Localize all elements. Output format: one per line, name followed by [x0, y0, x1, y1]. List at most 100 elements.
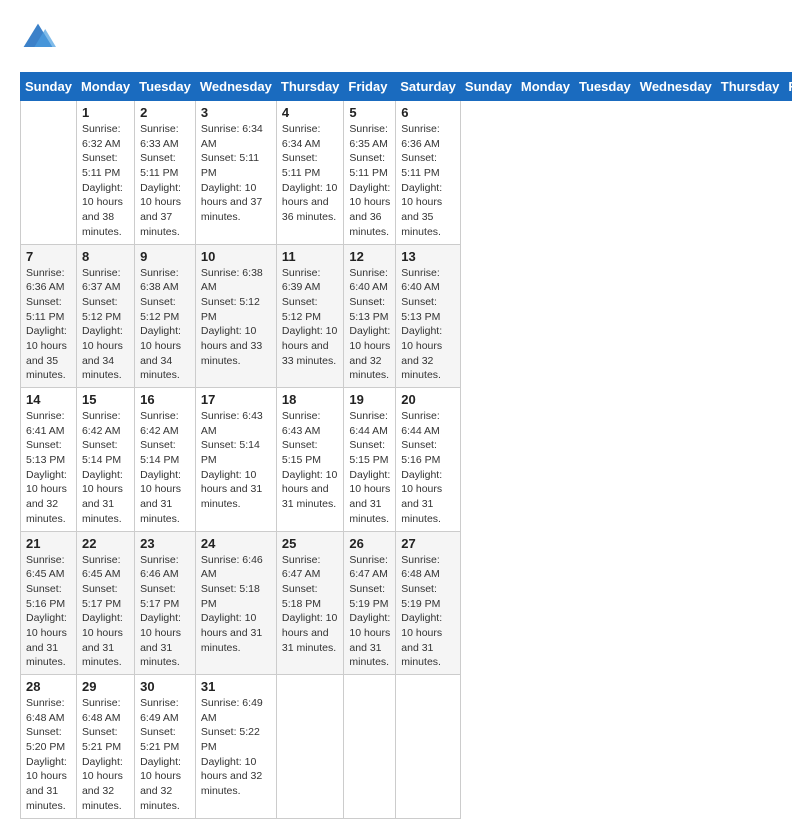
calendar-cell [396, 675, 461, 819]
day-number: 2 [140, 105, 190, 120]
day-number: 24 [201, 536, 271, 551]
calendar-cell: 29Sunrise: 6:48 AMSunset: 5:21 PMDayligh… [76, 675, 134, 819]
day-info: Sunrise: 6:33 AMSunset: 5:11 PMDaylight:… [140, 122, 190, 240]
calendar-cell: 31 Sunrise: 6:49 AMSunset: 5:22 PMDayligh… [195, 675, 276, 819]
day-number: 27 [401, 536, 455, 551]
day-header-monday: Monday [76, 73, 134, 101]
day-info: Sunrise: 6:45 AMSunset: 5:16 PMDaylight:… [26, 553, 71, 671]
day-info: Sunrise: 6:38 AMSunset: 5:12 PMDaylight:… [201, 266, 271, 369]
day-number: 20 [401, 392, 455, 407]
calendar-cell: 8 Sunrise: 6:37 AMSunset: 5:12 PMDaylight… [76, 244, 134, 388]
day-info: Sunrise: 6:32 AMSunset: 5:11 PMDaylight:… [82, 122, 129, 240]
day-info: Sunrise: 6:47 AMSunset: 5:19 PMDaylight:… [349, 553, 390, 671]
day-number: 22 [82, 536, 129, 551]
calendar-cell: 13 Sunrise: 6:40 AMSunset: 5:13 PMDayligh… [396, 244, 461, 388]
day-number: 15 [82, 392, 129, 407]
day-header-wednesday: Wednesday [195, 73, 276, 101]
calendar-week-row: 21 Sunrise: 6:45 AMSunset: 5:16 PMDayligh… [21, 531, 792, 675]
day-info: Sunrise: 6:46 AMSunset: 5:17 PMDaylight:… [140, 553, 190, 671]
day-header-friday: Friday [344, 73, 396, 101]
calendar-cell: 6Sunrise: 6:36 AMSunset: 5:11 PMDaylight… [396, 101, 461, 245]
day-number: 21 [26, 536, 71, 551]
calendar-cell: 3Sunrise: 6:34 AMSunset: 5:11 PMDaylight… [195, 101, 276, 245]
day-number: 13 [401, 249, 455, 264]
calendar-cell: 19Sunrise: 6:44 AMSunset: 5:15 PMDayligh… [344, 388, 396, 532]
day-info: Sunrise: 6:47 AMSunset: 5:18 PMDaylight:… [282, 553, 339, 656]
day-header-sunday: Sunday [21, 73, 77, 101]
calendar-cell: 26 Sunrise: 6:47 AMSunset: 5:19 PMDayligh… [344, 531, 396, 675]
calendar-cell [21, 101, 77, 245]
day-info: Sunrise: 6:36 AMSunset: 5:11 PMDaylight:… [401, 122, 455, 240]
day-header-tuesday: Tuesday [575, 73, 636, 101]
day-header-monday: Monday [516, 73, 574, 101]
calendar-cell: 30 Sunrise: 6:49 AMSunset: 5:21 PMDayligh… [135, 675, 196, 819]
calendar-cell: 21 Sunrise: 6:45 AMSunset: 5:16 PMDayligh… [21, 531, 77, 675]
calendar-cell: 11 Sunrise: 6:39 AMSunset: 5:12 PMDayligh… [276, 244, 344, 388]
day-info: Sunrise: 6:40 AMSunset: 5:13 PMDaylight:… [349, 266, 390, 384]
day-number: 10 [201, 249, 271, 264]
calendar-cell: 12 Sunrise: 6:40 AMSunset: 5:13 PMDayligh… [344, 244, 396, 388]
day-number: 1 [82, 105, 129, 120]
day-info: Sunrise: 6:38 AMSunset: 5:12 PMDaylight:… [140, 266, 190, 384]
calendar-cell [344, 675, 396, 819]
calendar-cell: 14 Sunrise: 6:41 AMSunset: 5:13 PMDayligh… [21, 388, 77, 532]
day-number: 18 [282, 392, 339, 407]
day-header-sunday: Sunday [460, 73, 516, 101]
day-number: 31 [201, 679, 271, 694]
calendar-cell: 4Sunrise: 6:34 AMSunset: 5:11 PMDaylight… [276, 101, 344, 245]
calendar-cell: 23 Sunrise: 6:46 AMSunset: 5:17 PMDayligh… [135, 531, 196, 675]
day-info: Sunrise: 6:42 AMSunset: 5:14 PMDaylight:… [140, 409, 190, 527]
day-number: 28 [26, 679, 71, 694]
day-number: 26 [349, 536, 390, 551]
calendar-cell: 22 Sunrise: 6:45 AMSunset: 5:17 PMDayligh… [76, 531, 134, 675]
header [20, 20, 772, 56]
day-number: 11 [282, 249, 339, 264]
day-header-saturday: Saturday [396, 73, 461, 101]
day-number: 7 [26, 249, 71, 264]
day-number: 25 [282, 536, 339, 551]
day-info: Sunrise: 6:49 AMSunset: 5:21 PMDaylight:… [140, 696, 190, 814]
day-number: 17 [201, 392, 271, 407]
day-number: 4 [282, 105, 339, 120]
day-number: 12 [349, 249, 390, 264]
day-info: Sunrise: 6:35 AMSunset: 5:11 PMDaylight:… [349, 122, 390, 240]
calendar-cell: 28Sunrise: 6:48 AMSunset: 5:20 PMDayligh… [21, 675, 77, 819]
day-number: 16 [140, 392, 190, 407]
logo-icon [20, 20, 56, 56]
day-number: 8 [82, 249, 129, 264]
calendar-week-row: 1 Sunrise: 6:32 AMSunset: 5:11 PMDaylight… [21, 101, 792, 245]
calendar-cell: 17Sunrise: 6:43 AMSunset: 5:14 PMDayligh… [195, 388, 276, 532]
day-info: Sunrise: 6:48 AMSunset: 5:19 PMDaylight:… [401, 553, 455, 671]
day-info: Sunrise: 6:40 AMSunset: 5:13 PMDaylight:… [401, 266, 455, 384]
day-header-wednesday: Wednesday [635, 73, 716, 101]
calendar-cell: 25 Sunrise: 6:47 AMSunset: 5:18 PMDayligh… [276, 531, 344, 675]
day-header-tuesday: Tuesday [135, 73, 196, 101]
calendar-cell: 9Sunrise: 6:38 AMSunset: 5:12 PMDaylight… [135, 244, 196, 388]
day-header-friday: Friday [784, 73, 792, 101]
calendar-cell: 5Sunrise: 6:35 AMSunset: 5:11 PMDaylight… [344, 101, 396, 245]
day-number: 29 [82, 679, 129, 694]
day-info: Sunrise: 6:36 AMSunset: 5:11 PMDaylight:… [26, 266, 71, 384]
day-number: 19 [349, 392, 390, 407]
calendar-cell: 16 Sunrise: 6:42 AMSunset: 5:14 PMDayligh… [135, 388, 196, 532]
calendar-cell: 24Sunrise: 6:46 AMSunset: 5:18 PMDayligh… [195, 531, 276, 675]
calendar-cell: 20Sunrise: 6:44 AMSunset: 5:16 PMDayligh… [396, 388, 461, 532]
day-info: Sunrise: 6:34 AMSunset: 5:11 PMDaylight:… [201, 122, 271, 225]
day-number: 30 [140, 679, 190, 694]
day-info: Sunrise: 6:41 AMSunset: 5:13 PMDaylight:… [26, 409, 71, 527]
calendar-cell: 7 Sunrise: 6:36 AMSunset: 5:11 PMDaylight… [21, 244, 77, 388]
day-info: Sunrise: 6:45 AMSunset: 5:17 PMDaylight:… [82, 553, 129, 671]
logo [20, 20, 62, 56]
day-info: Sunrise: 6:39 AMSunset: 5:12 PMDaylight:… [282, 266, 339, 369]
day-header-thursday: Thursday [276, 73, 344, 101]
calendar-cell: 15 Sunrise: 6:42 AMSunset: 5:14 PMDayligh… [76, 388, 134, 532]
day-info: Sunrise: 6:43 AMSunset: 5:15 PMDaylight:… [282, 409, 339, 512]
day-number: 14 [26, 392, 71, 407]
day-number: 23 [140, 536, 190, 551]
calendar-table: SundayMondayTuesdayWednesdayThursdayFrid… [20, 72, 792, 819]
day-info: Sunrise: 6:49 AMSunset: 5:22 PMDaylight:… [201, 696, 271, 799]
day-info: Sunrise: 6:37 AMSunset: 5:12 PMDaylight:… [82, 266, 129, 384]
calendar-cell: 1 Sunrise: 6:32 AMSunset: 5:11 PMDaylight… [76, 101, 134, 245]
calendar-cell: 2 Sunrise: 6:33 AMSunset: 5:11 PMDaylight… [135, 101, 196, 245]
day-info: Sunrise: 6:42 AMSunset: 5:14 PMDaylight:… [82, 409, 129, 527]
